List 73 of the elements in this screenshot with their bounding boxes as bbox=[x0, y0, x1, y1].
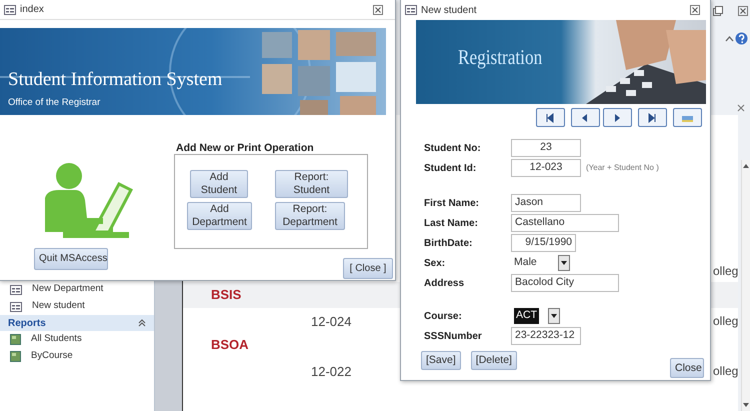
window-icon bbox=[4, 4, 16, 16]
form-button[interactable]: [Delete] bbox=[470, 351, 517, 370]
last-record-button[interactable] bbox=[638, 108, 667, 127]
hint-text: (Year + Student No ) bbox=[586, 162, 659, 174]
scroll-up-icon[interactable] bbox=[742, 163, 750, 169]
new-record-button[interactable] bbox=[673, 108, 702, 127]
group-label: Reports bbox=[8, 316, 46, 330]
group-heading: BSIS bbox=[211, 286, 242, 304]
collapse-chevron-icon[interactable] bbox=[138, 319, 146, 327]
field-label: Address bbox=[424, 276, 466, 290]
field-label: BirthDate: bbox=[424, 236, 474, 250]
first-record-button[interactable] bbox=[536, 108, 565, 127]
caret-icon bbox=[551, 314, 557, 318]
item-label: All Students bbox=[31, 332, 82, 346]
operation-button[interactable]: Add Department bbox=[187, 202, 252, 230]
nav-group-header[interactable]: Reports bbox=[0, 315, 154, 331]
close-icon[interactable] bbox=[690, 5, 700, 15]
college-name: olleg bbox=[713, 263, 738, 280]
field-label: SSSNumber bbox=[424, 330, 483, 344]
input-field[interactable]: 23-22323-12 bbox=[511, 327, 581, 345]
nav-item[interactable]: All Students bbox=[0, 331, 154, 348]
nav-item[interactable]: ByCourse bbox=[0, 348, 154, 365]
close-icon[interactable] bbox=[737, 104, 745, 112]
close-icon[interactable] bbox=[738, 6, 748, 16]
previous-record-button[interactable] bbox=[571, 108, 600, 127]
input-field[interactable]: 9/15/1990 bbox=[511, 234, 576, 252]
college-name: olleg bbox=[713, 363, 738, 380]
item-label: New Department bbox=[32, 282, 104, 296]
field-label: Course: bbox=[424, 310, 463, 324]
close-icon[interactable] bbox=[373, 4, 383, 14]
report-icon bbox=[10, 351, 21, 362]
close-button[interactable]: [ Close ] bbox=[343, 258, 393, 279]
operation-button[interactable]: Report: Student bbox=[275, 170, 348, 198]
window-title: index bbox=[20, 3, 45, 17]
banner-subtitle: Office of the Registrar bbox=[8, 96, 100, 110]
input-field[interactable]: Bacolod City bbox=[511, 274, 619, 292]
form-button[interactable]: [Save] bbox=[421, 351, 461, 370]
scroll-down-icon[interactable] bbox=[742, 402, 750, 408]
field-label: Sex: bbox=[424, 256, 446, 270]
quit-button[interactable]: Quit MSAccess bbox=[34, 248, 108, 270]
banner-title: Student Information System bbox=[8, 68, 222, 92]
window-title: New student bbox=[421, 4, 478, 18]
dropdown-field[interactable]: ACT bbox=[511, 307, 561, 325]
nav-item[interactable]: New student bbox=[0, 298, 154, 315]
field-label: Last Name: bbox=[424, 216, 479, 230]
student-id: 12-024 bbox=[311, 313, 352, 331]
field-label: Student No: bbox=[424, 142, 482, 156]
college-name: olleg bbox=[713, 313, 738, 330]
window-icon bbox=[405, 4, 417, 16]
item-label: New student bbox=[32, 299, 85, 314]
input-field[interactable]: Castellano bbox=[511, 214, 619, 232]
student-id: 12-022 bbox=[311, 363, 352, 381]
input-field[interactable]: Jason bbox=[511, 194, 581, 212]
report-icon bbox=[10, 334, 21, 345]
operation-button[interactable]: Add Student bbox=[190, 170, 248, 198]
item-label: ByCourse bbox=[31, 349, 73, 364]
input-field[interactable]: 12-023 bbox=[511, 159, 581, 177]
close-button[interactable]: Close bbox=[670, 358, 704, 378]
input-field[interactable]: 23 bbox=[511, 139, 581, 157]
restore-icon[interactable] bbox=[713, 6, 723, 16]
operation-button[interactable]: Report: Department bbox=[275, 202, 345, 230]
form-icon bbox=[10, 284, 22, 296]
chevron-up-icon[interactable] bbox=[725, 35, 734, 42]
help-icon[interactable] bbox=[735, 32, 748, 45]
nav-item[interactable]: New Department bbox=[0, 281, 154, 298]
caret-icon bbox=[561, 261, 567, 265]
field-label: Student Id: bbox=[424, 162, 478, 176]
next-record-button[interactable] bbox=[603, 108, 632, 127]
form-icon bbox=[10, 300, 22, 312]
group-title: Add New or Print Operation bbox=[176, 141, 314, 156]
group-heading: BSOA bbox=[211, 336, 249, 354]
field-label: First Name: bbox=[424, 196, 480, 210]
banner-title: Registration bbox=[458, 44, 542, 71]
